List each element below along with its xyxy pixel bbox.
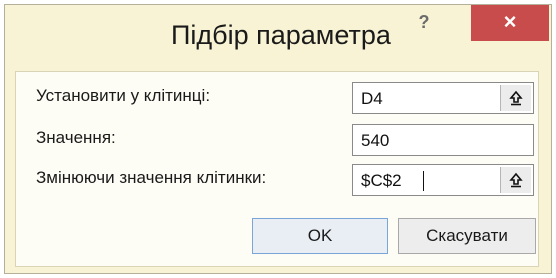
- help-icon: ?: [418, 12, 430, 32]
- close-button[interactable]: ×: [471, 5, 549, 41]
- to-value-label: Значення:: [36, 128, 116, 147]
- help-button[interactable]: ?: [401, 7, 447, 43]
- close-icon: ×: [503, 9, 517, 34]
- cancel-button[interactable]: Скасувати: [398, 218, 536, 254]
- ok-button[interactable]: OK: [252, 218, 388, 254]
- to-value-value: 540: [361, 131, 390, 150]
- text-caret: [423, 171, 424, 191]
- dialog-content: Установити у клітинці: D4 Значення: 540 …: [15, 71, 539, 267]
- dialog-title: Підбір параметра: [171, 20, 391, 50]
- changing-cell-collapse-button[interactable]: [500, 167, 531, 193]
- set-cell-label: Установити у клітинці:: [36, 86, 211, 105]
- set-cell-field[interactable]: D4: [352, 82, 534, 114]
- changing-cell-label: Змінюючи значення клітинки:: [36, 168, 267, 187]
- title-bar: Підбір параметра ? ×: [5, 5, 551, 75]
- set-cell-collapse-button[interactable]: [500, 85, 531, 111]
- changing-cell-field[interactable]: $C$2: [352, 164, 534, 196]
- goal-seek-dialog: Підбір параметра ? × Установити у клітин…: [4, 4, 552, 274]
- collapse-dialog-icon: [509, 90, 523, 106]
- to-value-field[interactable]: 540: [352, 124, 534, 156]
- collapse-dialog-icon: [509, 172, 523, 188]
- set-cell-value: D4: [361, 89, 383, 108]
- changing-cell-value: $C$2: [361, 171, 402, 190]
